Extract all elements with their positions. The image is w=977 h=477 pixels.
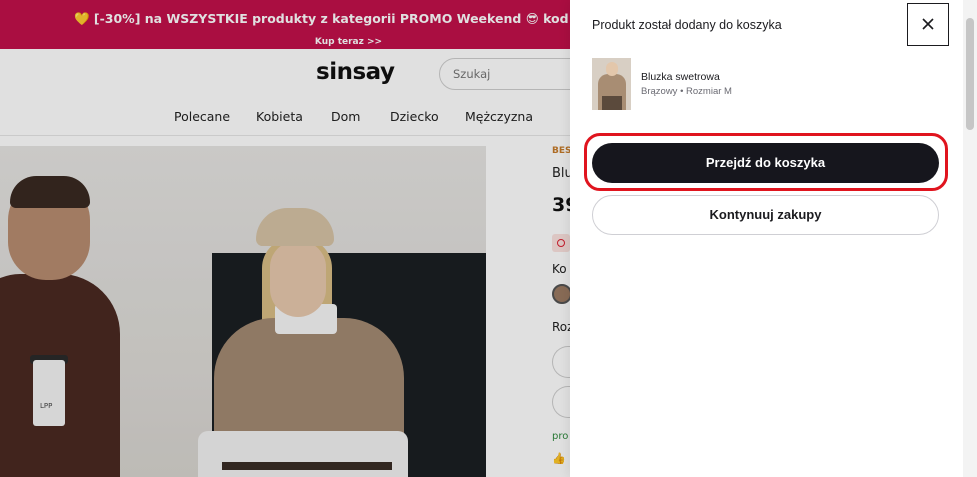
- close-icon: [922, 18, 934, 30]
- go-to-cart-button[interactable]: Przejdź do koszyka: [592, 143, 939, 183]
- page-dim-overlay[interactable]: [0, 0, 570, 477]
- cart-item-variant: Brązowy • Rozmiar M: [641, 86, 732, 97]
- cart-item-name: Bluzka swetrowa: [641, 71, 720, 83]
- drawer-scrollbar[interactable]: [963, 0, 977, 477]
- drawer-title: Produkt został dodany do koszyka: [592, 18, 782, 32]
- thumbnail-skirt: [602, 96, 622, 110]
- continue-shopping-button[interactable]: Kontynuuj zakupy: [592, 195, 939, 235]
- close-button[interactable]: [907, 3, 949, 46]
- thumbnail-head: [606, 62, 618, 76]
- cart-added-drawer: Produkt został dodany do koszyka Bluzka …: [570, 0, 977, 477]
- scrollbar-thumb[interactable]: [966, 18, 974, 130]
- cart-item-thumbnail: [592, 58, 631, 110]
